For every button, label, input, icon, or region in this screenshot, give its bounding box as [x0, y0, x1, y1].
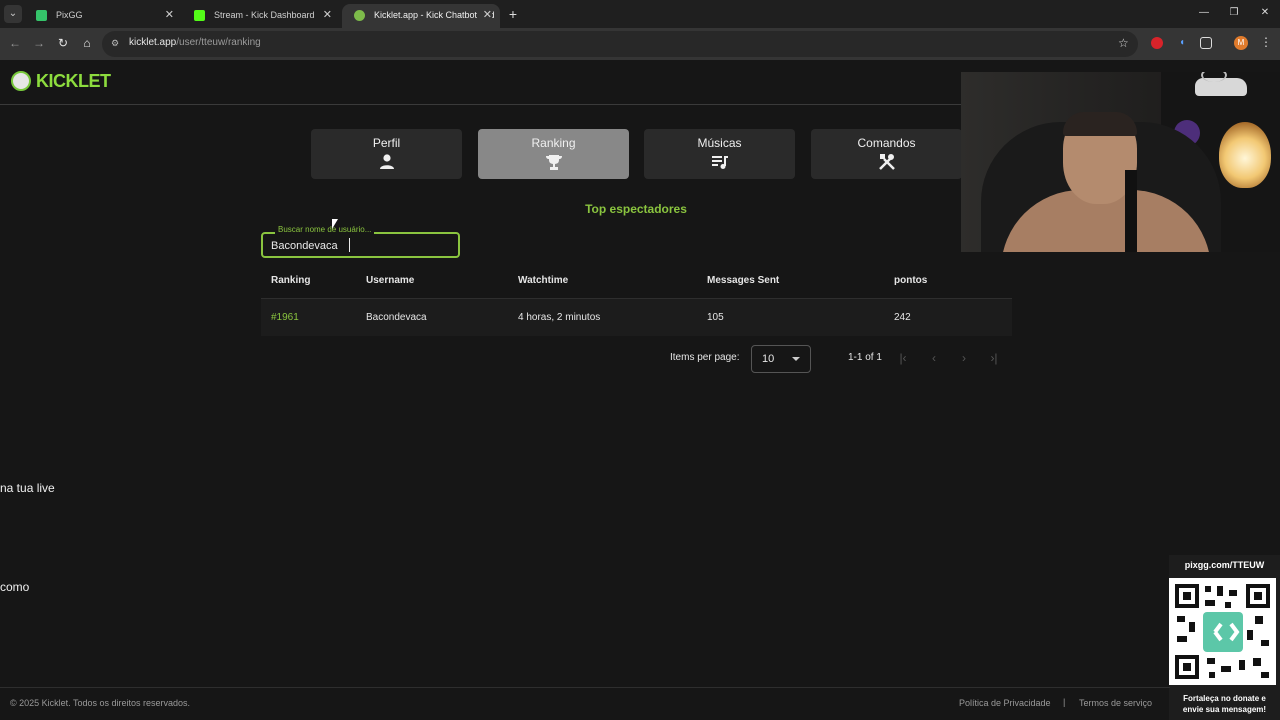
column-header-ranking[interactable]: Ranking — [261, 264, 366, 299]
playlist-icon — [712, 156, 728, 169]
close-icon[interactable]: ✕ — [165, 4, 174, 26]
username-search-field[interactable]: Buscar nome de usuário... — [261, 225, 460, 258]
tab-kick-dashboard[interactable]: Stream - Kick Dashboard ✕ — [182, 4, 340, 28]
table-header-row: Ranking Username Watchtime Messages Sent… — [261, 264, 1012, 299]
minimize-icon[interactable]: — — [1197, 6, 1211, 20]
footer-separator: | — [1063, 697, 1066, 707]
terms-of-service-link[interactable]: Termos de serviço — [1079, 698, 1152, 708]
tab-kicklet[interactable]: Kicklet.app - Kick Chatbot and ✕ — [342, 4, 500, 28]
qr-caption-line: Fortaleça no donate e — [1183, 694, 1266, 703]
nav-card-label: Comandos — [857, 136, 916, 150]
nav-card-label: Ranking — [531, 136, 576, 150]
nav-card-ranking[interactable]: Ranking — [478, 129, 629, 179]
column-header-username[interactable]: Username — [366, 264, 518, 299]
user-icon — [380, 154, 394, 169]
reload-icon[interactable]: ↻ — [56, 36, 70, 50]
webcam-microphone — [1125, 170, 1137, 252]
first-page-icon[interactable]: |‹ — [896, 350, 910, 366]
nav-card-label: Músicas — [697, 136, 742, 150]
cell-ranking: #1961 — [261, 298, 366, 336]
mouse-cursor-icon — [332, 219, 338, 229]
kick-favicon-icon — [194, 10, 205, 21]
items-per-page-select[interactable]: 10 — [751, 345, 811, 373]
ranking-table: Ranking Username Watchtime Messages Sent… — [261, 264, 1012, 336]
nav-card-musicas[interactable]: Músicas — [644, 129, 795, 179]
kicklet-favicon-icon — [354, 10, 365, 21]
donation-qr-panel: pixgg.com/TTEUW Fortaleça no donate e en… — [1169, 555, 1280, 720]
webcam-lamp — [1219, 122, 1271, 188]
kicklet-logo-text[interactable]: KICKLET — [36, 71, 111, 92]
address-bar[interactable]: ⚙ kicklet.app/user/tteuw/ranking ☆ — [102, 31, 1138, 57]
kicklet-logo-icon[interactable] — [11, 71, 31, 91]
bookmark-star-icon[interactable]: ☆ — [1118, 36, 1129, 50]
close-icon[interactable]: ✕ — [323, 4, 332, 26]
qr-title: pixgg.com/TTEUW — [1184, 560, 1265, 570]
profile-avatar[interactable]: M — [1234, 36, 1248, 50]
close-window-icon[interactable]: ✕ — [1258, 6, 1272, 20]
tab-title: PixGG — [56, 10, 83, 20]
pagination-range: 1-1 of 1 — [848, 352, 882, 363]
site-footer: © 2025 Kicklet. Todos os direitos reserv… — [0, 687, 1170, 720]
column-header-messages[interactable]: Messages Sent — [707, 264, 894, 299]
username-search-input[interactable] — [271, 238, 447, 254]
items-per-page-value: 10 — [762, 353, 775, 365]
browser-tab-strip: ⌄ PixGG ✕ Stream - Kick Dashboard ✕ Kick… — [0, 0, 1280, 28]
section-title: Top espectadores — [585, 202, 687, 216]
tools-icon — [879, 154, 895, 170]
items-per-page-label: Items per page: — [670, 352, 740, 363]
column-header-watchtime[interactable]: Watchtime — [518, 264, 707, 299]
new-tab-button[interactable]: + — [506, 5, 520, 23]
home-icon[interactable]: ⌂ — [80, 36, 94, 50]
search-label: Buscar nome de usuário... — [275, 225, 375, 234]
cell-watchtime: 4 horas, 2 minutos — [518, 298, 707, 336]
table-row[interactable]: #1961 Bacondevaca 4 horas, 2 minutos 105… — [261, 298, 1012, 336]
close-icon[interactable]: ✕ — [478, 4, 492, 26]
extension-red-icon[interactable] — [1151, 37, 1163, 49]
qr-caption-line: envie sua mensagem! — [1182, 705, 1267, 714]
nav-card-perfil[interactable]: Perfil — [311, 129, 462, 179]
overlay-text-line: na tua live — [0, 481, 55, 495]
nav-card-comandos[interactable]: Comandos — [811, 129, 962, 179]
cell-username: Bacondevaca — [366, 298, 518, 336]
extension-audio-icon[interactable]: ◖ — [1176, 37, 1188, 49]
qr-caption: Fortaleça no donate e envie sua mensagem… — [1169, 693, 1280, 715]
url-text: kicklet.app/user/tteuw/ranking — [129, 37, 261, 48]
site-info-icon[interactable]: ⚙ — [111, 38, 121, 50]
column-header-pontos[interactable]: pontos — [894, 264, 1012, 299]
forward-icon[interactable]: → — [32, 36, 46, 50]
restore-icon[interactable]: ❐ — [1227, 6, 1241, 20]
webcam-person-hair — [1063, 112, 1137, 136]
pixgg-favicon-icon — [36, 10, 47, 21]
cell-pontos: 242 — [894, 298, 1012, 336]
back-icon[interactable]: ← — [8, 36, 22, 50]
webcam-overlay — [961, 72, 1280, 252]
trophy-icon — [546, 155, 562, 170]
footer-copyright: © 2025 Kicklet. Todos os direitos reserv… — [10, 698, 191, 708]
tab-title: Stream - Kick Dashboard — [214, 10, 315, 20]
nav-card-label: Perfil — [372, 136, 401, 150]
next-page-icon[interactable]: › — [957, 350, 971, 366]
chevron-down-icon — [792, 357, 800, 361]
overlay-text-line: como — [0, 580, 30, 594]
tab-search-button[interactable]: ⌄ — [4, 5, 22, 23]
cell-messages: 105 — [707, 298, 894, 336]
qr-code-icon — [1169, 578, 1276, 685]
privacy-policy-link[interactable]: Política de Privacidade — [959, 698, 1051, 708]
tab-pixgg[interactable]: PixGG ✕ — [24, 4, 182, 28]
browser-toolbar: ← → ↻ ⌂ ⚙ kicklet.app/user/tteuw/ranking… — [0, 28, 1280, 60]
tab-title: Kicklet.app - Kick Chatbot and — [374, 10, 495, 20]
more-menu-icon[interactable]: ⋮ — [1260, 35, 1272, 49]
extensions-puzzle-icon[interactable] — [1200, 37, 1212, 49]
last-page-icon[interactable]: ›| — [987, 350, 1001, 366]
previous-page-icon[interactable]: ‹ — [927, 350, 941, 366]
text-caret — [349, 238, 350, 252]
